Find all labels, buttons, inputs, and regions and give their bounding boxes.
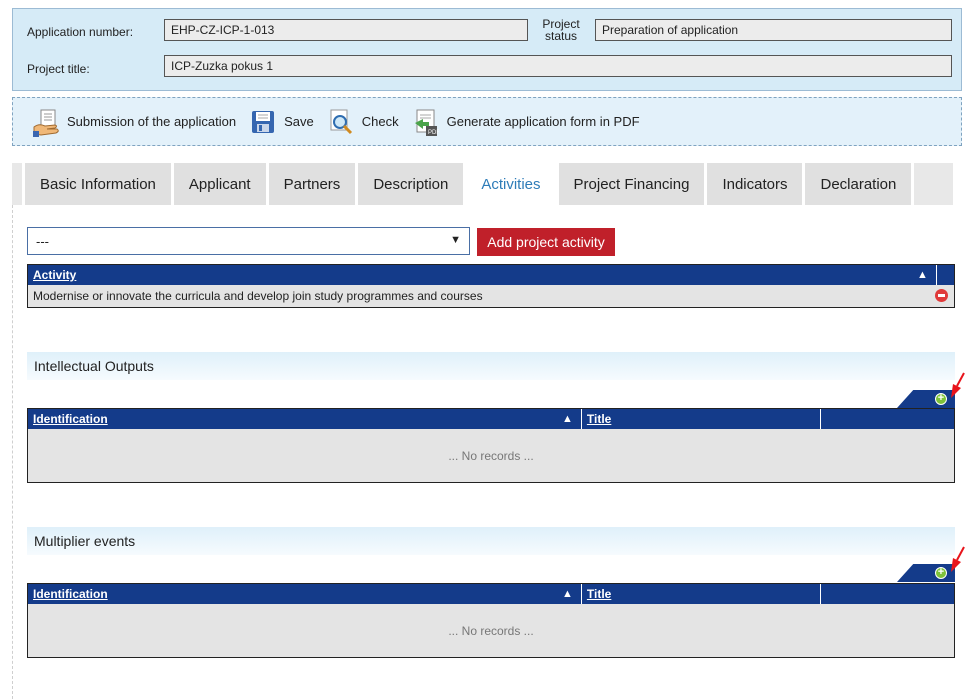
application-number-label: Application number:	[27, 25, 134, 39]
tab-applicant[interactable]: Applicant	[173, 163, 269, 205]
multiplier-events-title: Multiplier events	[27, 527, 955, 555]
column-header-title-label: Title	[586, 587, 612, 601]
multiplier-events-title-text: Multiplier events	[34, 533, 136, 549]
sort-ascending-icon[interactable]: ▲	[562, 588, 573, 600]
column-header-identification-label: Identification	[33, 412, 108, 426]
project-status-label: Project status	[533, 18, 589, 42]
dropdown-arrow-icon: ▼	[450, 234, 461, 246]
intellectual-outputs-title: Intellectual Outputs	[27, 352, 955, 380]
application-info-panel: Application number: EHP-CZ-ICP-1-013 Pro…	[12, 8, 962, 91]
add-intellectual-output-tab: +	[897, 390, 955, 408]
column-header-activity[interactable]: Activity	[28, 265, 903, 285]
magnifier-icon	[328, 109, 354, 135]
svg-text:PDF: PDF	[428, 130, 439, 136]
no-records-message: ... No records ...	[28, 429, 954, 482]
column-divider	[935, 265, 937, 285]
activity-name: Modernise or innovate the curricula and …	[33, 289, 483, 303]
sort-ascending-icon[interactable]: ▲	[562, 413, 573, 425]
check-label: Check	[361, 114, 399, 129]
column-header-identification[interactable]: Identification	[28, 409, 562, 429]
check-button[interactable]: Check	[328, 109, 399, 135]
no-records-message: ... No records ...	[28, 604, 954, 657]
floppy-disk-icon	[250, 109, 276, 135]
toolbar: Submission of the application Save Check	[12, 97, 962, 146]
column-divider	[819, 409, 821, 429]
column-header-title[interactable]: Title	[582, 584, 820, 604]
column-header-title[interactable]: Title	[582, 409, 820, 429]
tab-description[interactable]: Description	[358, 163, 467, 205]
save-label: Save	[284, 114, 314, 129]
activities-table: Activity ▲ Modernise or innovate the cur…	[27, 264, 955, 308]
red-arrow-pointer-icon	[951, 372, 965, 398]
activity-select[interactable]: --- ▼	[27, 227, 470, 255]
intellectual-outputs-table: Identification ▲ Title ... No records ..…	[27, 408, 955, 483]
add-multiplier-event-tab: +	[897, 564, 955, 582]
tab-declaration[interactable]: Declaration	[805, 163, 915, 205]
activity-select-value: ---	[36, 233, 49, 249]
intellectual-outputs-table-header: Identification ▲ Title	[28, 409, 954, 429]
generate-pdf-label: Generate application form in PDF	[446, 114, 640, 129]
red-arrow-pointer-icon	[951, 546, 965, 572]
project-status-field: Preparation of application	[595, 19, 952, 41]
tab-project-financing[interactable]: Project Financing	[558, 163, 708, 205]
plus-circle-icon[interactable]: +	[935, 567, 947, 579]
generate-pdf-button[interactable]: PDF Generate application form in PDF	[413, 109, 640, 136]
tabs-bar: Basic Information Applicant Partners Des…	[12, 163, 953, 205]
column-header-identification-label: Identification	[33, 587, 108, 601]
activities-table-header: Activity ▲	[28, 265, 954, 285]
project-status-label-line2: status	[544, 29, 577, 43]
column-header-activity-label: Activity	[33, 268, 77, 282]
column-header-title-label: Title	[586, 412, 612, 426]
submit-application-button[interactable]: Submission of the application	[33, 109, 237, 137]
sort-ascending-icon[interactable]: ▲	[917, 269, 928, 281]
save-button[interactable]: Save	[250, 109, 314, 135]
column-header-identification[interactable]: Identification	[28, 584, 562, 604]
add-project-activity-button[interactable]: Add project activity	[477, 228, 615, 256]
plus-circle-icon[interactable]: +	[935, 393, 947, 405]
content-left-border	[12, 205, 15, 699]
multiplier-events-table: Identification ▲ Title ... No records ..…	[27, 583, 955, 658]
tab-activities[interactable]: Activities	[466, 163, 559, 205]
table-row[interactable]: Modernise or innovate the curricula and …	[28, 285, 954, 307]
intellectual-outputs-title-text: Intellectual Outputs	[34, 358, 154, 374]
minus-circle-icon[interactable]	[935, 289, 948, 302]
submit-application-label: Submission of the application	[67, 114, 237, 129]
pdf-document-icon: PDF	[413, 109, 440, 136]
multiplier-events-table-header: Identification ▲ Title	[28, 584, 954, 604]
project-title-label: Project title:	[27, 62, 90, 76]
application-number-field: EHP-CZ-ICP-1-013	[164, 19, 528, 41]
tab-indicators[interactable]: Indicators	[707, 163, 806, 205]
project-title-field: ICP-Zuzka pokus 1	[164, 55, 952, 77]
hand-document-icon	[33, 109, 59, 137]
tab-basic-information[interactable]: Basic Information	[22, 163, 174, 205]
column-divider	[819, 584, 821, 604]
tab-partners[interactable]: Partners	[268, 163, 359, 205]
